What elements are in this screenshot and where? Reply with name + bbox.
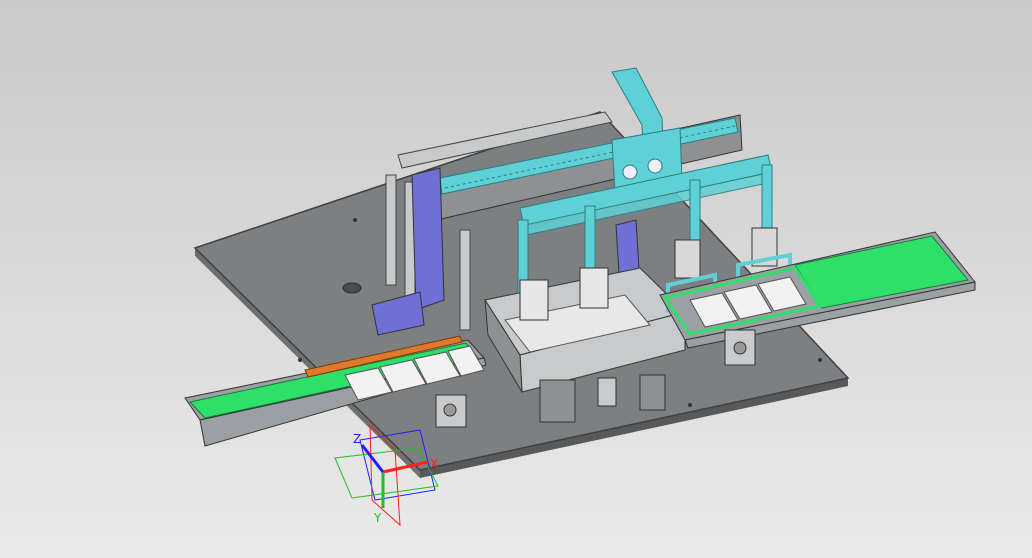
z-axis <box>360 444 385 473</box>
cad-model-scene[interactable]: X Y Z <box>0 0 1032 558</box>
y-axis-label: Y <box>373 511 382 525</box>
cad-viewport[interactable]: X Y Z <box>0 0 1032 558</box>
z-axis-label: Z <box>353 432 361 446</box>
x-axis-label: X <box>430 457 438 471</box>
